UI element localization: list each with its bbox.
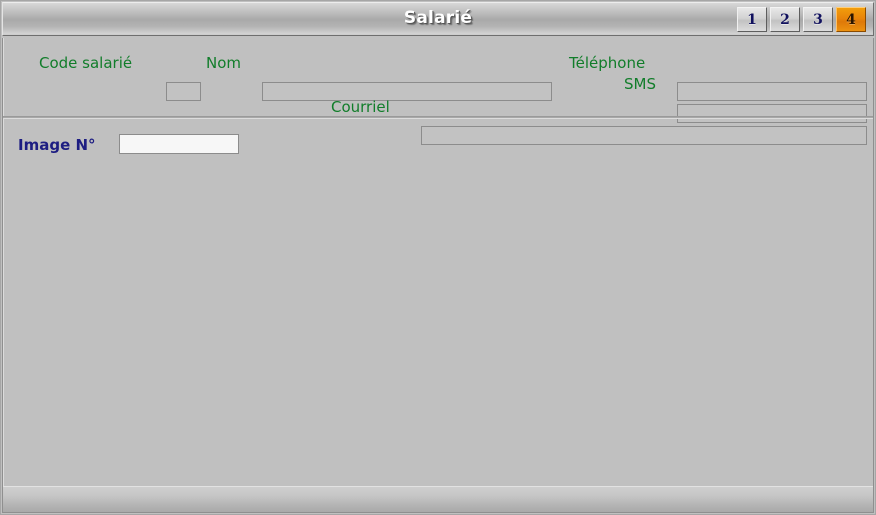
image-number-label: Image N° <box>18 136 96 154</box>
page-tab-group: 1 2 3 4 <box>737 7 866 32</box>
nom-label: Nom <box>206 54 242 72</box>
record-header-form: Code salarié Nom Téléphone SMS Courriel <box>3 38 873 145</box>
code-salarie-label: Code salarié <box>39 54 133 72</box>
salarie-window: Salarié 1 2 3 4 Code salarié Nom Télépho <box>0 0 876 515</box>
sms-label: SMS <box>624 75 656 93</box>
image-page-content: Image N° <box>3 120 873 482</box>
tab-page-2-label: 2 <box>780 11 790 28</box>
tab-page-1[interactable]: 1 <box>737 7 767 32</box>
telephone-input[interactable] <box>677 82 867 101</box>
window-titlebar: Salarié 1 2 3 4 <box>2 2 874 36</box>
tab-page-4[interactable]: 4 <box>836 7 866 32</box>
status-bar <box>3 486 873 512</box>
header-divider <box>3 116 873 119</box>
tab-page-2[interactable]: 2 <box>770 7 800 32</box>
tab-page-1-label: 1 <box>747 11 757 28</box>
tab-page-4-label: 4 <box>846 11 856 28</box>
code-salarie-input[interactable] <box>166 82 201 101</box>
courriel-label: Courriel <box>331 98 390 116</box>
tab-page-3[interactable]: 3 <box>803 7 833 32</box>
nom-input[interactable] <box>262 82 552 101</box>
image-number-input[interactable] <box>119 134 239 154</box>
tab-page-3-label: 3 <box>813 11 823 28</box>
telephone-label: Téléphone <box>569 54 646 72</box>
window-body: Code salarié Nom Téléphone SMS Courriel … <box>2 38 874 513</box>
